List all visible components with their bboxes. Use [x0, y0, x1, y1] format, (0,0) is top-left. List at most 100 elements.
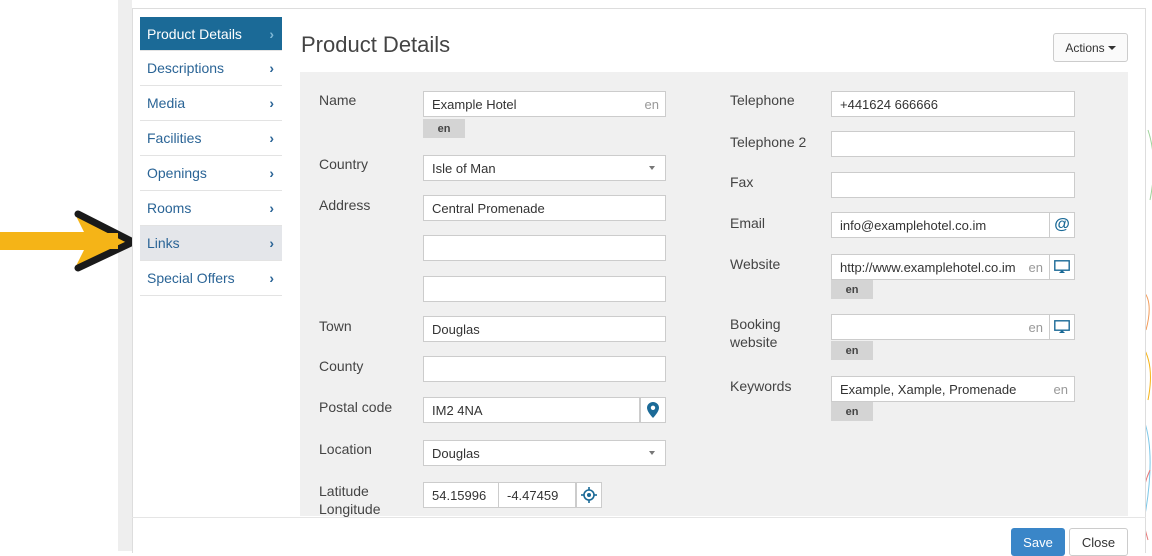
lang-indicator: en	[1028, 260, 1043, 275]
location-label: Location	[319, 441, 372, 457]
website-label: Website	[730, 256, 781, 272]
fax-input[interactable]	[831, 172, 1075, 198]
lang-indicator: en	[644, 97, 659, 112]
town-label: Town	[319, 318, 352, 334]
footer-divider	[132, 517, 1146, 518]
keywords-label: Keywords	[730, 378, 792, 394]
country-value: Isle of Man	[432, 160, 496, 176]
address-line3-input[interactable]	[423, 276, 666, 302]
sidebar-item-label: Product Details	[147, 25, 242, 42]
address-line1-input[interactable]: Central Promenade	[423, 195, 666, 221]
sidebar-item-links[interactable]: Links ›	[140, 226, 282, 261]
map-pin-icon	[647, 402, 659, 418]
county-label: County	[319, 358, 364, 374]
longitude-input[interactable]: -4.47459	[498, 482, 576, 508]
close-button[interactable]: Close	[1069, 528, 1128, 556]
lang-tag-button[interactable]: en	[831, 280, 873, 299]
monitor-icon	[1054, 260, 1070, 273]
longitude-label: Longitude	[319, 501, 381, 517]
town-value: Douglas	[432, 321, 480, 337]
fax-label: Fax	[730, 174, 754, 190]
sidebar-item-rooms[interactable]: Rooms ›	[140, 191, 282, 226]
pointer-arrow-icon	[0, 210, 135, 272]
chevron-right-icon: ›	[269, 200, 274, 216]
open-website-button[interactable]	[1049, 254, 1075, 280]
postal-code-value: IM2 4NA	[432, 402, 483, 418]
address-line1-value: Central Promenade	[432, 200, 545, 216]
sidebar-item-label: Links	[147, 235, 180, 251]
latitude-input[interactable]: 54.15996	[423, 482, 499, 508]
sidebar-item-product-details[interactable]: Product Details ›	[140, 17, 282, 51]
chevron-right-icon: ›	[269, 130, 274, 146]
dropdown-arrow-icon	[649, 451, 655, 455]
sidebar-item-media[interactable]: Media ›	[140, 86, 282, 121]
website-value: http://www.examplehotel.co.im	[840, 259, 1016, 275]
telephone2-input[interactable]	[831, 131, 1075, 157]
telephone-input[interactable]: +441624 666666	[831, 91, 1075, 117]
keywords-value: Example, Xample, Promenade	[840, 381, 1017, 397]
location-value: Douglas	[432, 445, 480, 461]
crosshair-icon	[581, 487, 597, 503]
lang-tag-button[interactable]: en	[831, 341, 873, 360]
chevron-right-icon: ›	[269, 165, 274, 181]
sidebar-item-label: Special Offers	[147, 270, 235, 286]
chevron-right-icon: ›	[269, 95, 274, 111]
keywords-input[interactable]: Example, Xample, Promenade en	[831, 376, 1075, 402]
website-input[interactable]: http://www.examplehotel.co.im en	[831, 254, 1050, 280]
address-label: Address	[319, 197, 371, 213]
postal-code-input[interactable]: IM2 4NA	[423, 397, 640, 423]
address-line2-input[interactable]	[423, 235, 666, 261]
sidebar-item-openings[interactable]: Openings ›	[140, 156, 282, 191]
chevron-right-icon: ›	[269, 60, 274, 76]
sidebar-item-descriptions[interactable]: Descriptions ›	[140, 51, 282, 86]
save-button[interactable]: Save	[1011, 528, 1065, 556]
latitude-label: Latitude	[319, 483, 369, 499]
at-sign-icon: @	[1054, 216, 1070, 233]
sidebar-item-label: Descriptions	[147, 60, 225, 76]
actions-label: Actions	[1065, 40, 1105, 55]
email-label: Email	[730, 215, 766, 231]
open-booking-website-button[interactable]	[1049, 314, 1075, 340]
postal-code-label: Postal code	[319, 399, 393, 415]
dropdown-arrow-icon	[649, 166, 655, 170]
location-select[interactable]: Douglas	[423, 440, 666, 466]
telephone-value: +441624 666666	[840, 96, 938, 112]
sidebar-item-label: Openings	[147, 165, 207, 181]
country-select[interactable]: Isle of Man	[423, 155, 666, 181]
locate-button[interactable]	[576, 482, 602, 508]
county-input[interactable]	[423, 356, 666, 382]
telephone-label: Telephone	[730, 92, 795, 108]
sidebar-item-facilities[interactable]: Facilities ›	[140, 121, 282, 156]
lang-tag-button[interactable]: en	[423, 119, 465, 138]
telephone2-label: Telephone 2	[730, 134, 807, 150]
chevron-right-icon: ›	[269, 270, 274, 286]
sidebar-item-special-offers[interactable]: Special Offers ›	[140, 261, 282, 296]
latitude-value: 54.15996	[432, 487, 487, 503]
email-value: info@examplehotel.co.im	[840, 217, 987, 233]
booking-website-label-line2: website	[730, 334, 778, 350]
page-title: Product Details	[301, 32, 451, 57]
name-label: Name	[319, 92, 357, 108]
longitude-value: -4.47459	[507, 487, 559, 503]
name-input[interactable]: Example Hotel en	[423, 91, 666, 117]
chevron-right-icon: ›	[269, 25, 274, 42]
email-action-button[interactable]: @	[1049, 212, 1075, 238]
lang-tag-button[interactable]: en	[831, 402, 873, 421]
email-input[interactable]: info@examplehotel.co.im	[831, 212, 1050, 238]
caret-down-icon	[1107, 45, 1116, 50]
sidebar-item-label: Rooms	[147, 200, 192, 216]
country-label: Country	[319, 156, 369, 172]
lang-indicator: en	[1053, 382, 1068, 397]
booking-website-input[interactable]: en	[831, 314, 1050, 340]
monitor-icon	[1054, 320, 1070, 333]
background-strip	[118, 0, 132, 551]
sidebar-nav: Product Details › Descriptions › Media ›…	[140, 17, 282, 296]
lang-indicator: en	[1028, 320, 1043, 335]
booking-website-label-line1: Booking	[730, 316, 781, 332]
actions-dropdown-button[interactable]: Actions	[1053, 33, 1128, 62]
town-input[interactable]: Douglas	[423, 316, 666, 342]
map-pin-button[interactable]	[640, 397, 666, 423]
name-value: Example Hotel	[432, 96, 517, 112]
sidebar-item-label: Media	[147, 95, 186, 111]
sidebar-item-label: Facilities	[147, 130, 202, 146]
